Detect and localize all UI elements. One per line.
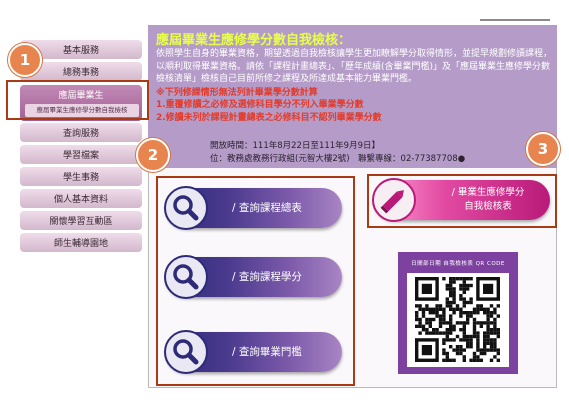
warning-item-2: 2.修讀未列於課程計畫總表之必修科目不認列畢業學分數: [156, 113, 382, 123]
highlight-box-selfcheck: [367, 174, 557, 228]
sidebar-item-label: 學習檔案: [62, 151, 99, 161]
contact-unit: 位：教務處教務行政組(元智大樓2號) 聯繫專線：02-77387708●: [210, 154, 466, 164]
highlight-box-query-buttons: [156, 176, 355, 386]
info-header: 應屆畢業生應修學分數自我檢核： 依照學生自身的畢業資格，期望透過自我檢核讓學生更…: [148, 25, 557, 168]
qr-caption: 日間部日期 自我檢核表 QR CODE: [411, 261, 505, 267]
sidebar-item-mentoring[interactable]: 師生輔導園地: [20, 233, 142, 252]
qr-code-image: [407, 273, 509, 367]
sidebar-item-learning-care[interactable]: 關懷學習互動區: [20, 211, 142, 230]
warning-item-1: 1.重覆修讀之必修及選修科目學分不列入畢業學分數: [156, 100, 364, 110]
sidebar-item-label: 關懷學習互動區: [49, 217, 113, 227]
sidebar-item-label: 查詢服務: [62, 129, 99, 139]
sidebar-item-learning-portfolio[interactable]: 學習檔案: [20, 145, 142, 164]
callout-3: 3: [526, 132, 560, 166]
sidebar-item-student-affairs[interactable]: 學生事務: [20, 167, 142, 186]
sidebar-item-label: 師生輔導園地: [53, 239, 108, 249]
callout-1: 1: [8, 43, 42, 77]
sidebar-item-label: 學生事務: [62, 173, 99, 183]
sidebar-item-personal-data[interactable]: 個人基本資料: [20, 189, 142, 208]
callout-2: 2: [136, 138, 170, 172]
intro-paragraph: 依照學生自身的畢業資格，期望透過自我檢核讓學生更加瞭解學分取得情形，並提早規劃修…: [156, 49, 553, 84]
top-divider: [480, 19, 550, 21]
sidebar-item-label: 總務事務: [62, 68, 99, 78]
highlight-box-sidebar: [6, 80, 149, 120]
sidebar-item-label: 個人基本資料: [53, 195, 108, 205]
sidebar-item-query-services[interactable]: 查詢服務: [20, 123, 142, 142]
open-period: 開放時間：111年8月22日至111年9月9日】: [210, 141, 380, 151]
sidebar-item-label: 基本服務: [62, 46, 99, 56]
qr-code-card[interactable]: 日間部日期 自我檢核表 QR CODE: [398, 252, 518, 374]
page-title: 應屆畢業生應修學分數自我檢核：: [156, 33, 352, 48]
